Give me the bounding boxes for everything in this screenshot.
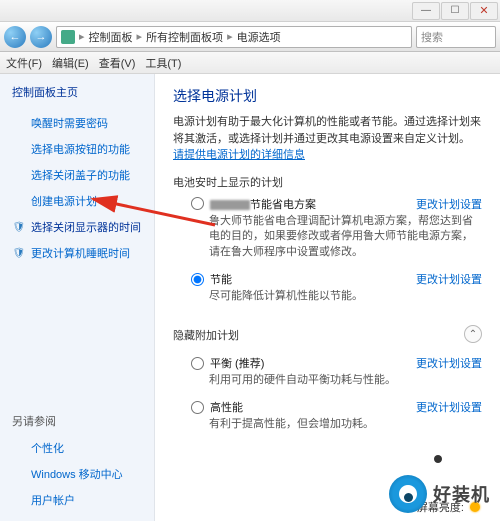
- plan-radio[interactable]: [191, 357, 204, 370]
- sidebar-item-wake-password[interactable]: 唤醒时需要密码: [12, 115, 146, 131]
- breadcrumb-sep: ▸: [79, 30, 85, 43]
- power-plan-ludashi: 节能省电方案 更改计划设置 鲁大师节能省电合理调配计算机电源方案，帮您达到省电的…: [191, 196, 482, 262]
- plan-radio-row[interactable]: 平衡 (推荐): [191, 355, 264, 371]
- bullet-icon: [12, 194, 26, 208]
- plan-description: 尽可能降低计算机性能以节能。: [209, 289, 482, 305]
- plan-name: 节能: [210, 271, 232, 287]
- see-also-mobility[interactable]: Windows 移动中心: [12, 466, 146, 482]
- see-also-personalize[interactable]: 个性化: [12, 440, 146, 456]
- sidebar-item-label: 选择关闭显示器的时间: [31, 219, 141, 235]
- breadcrumb-sep: ▸: [137, 30, 143, 43]
- change-plan-settings-link[interactable]: 更改计划设置: [416, 196, 482, 212]
- sidebar-item-label: Windows 移动中心: [31, 466, 123, 482]
- plan-radio[interactable]: [191, 273, 204, 286]
- change-plan-settings-link[interactable]: 更改计划设置: [416, 355, 482, 371]
- back-button[interactable]: ←: [4, 26, 26, 48]
- power-plan-balanced: 平衡 (推荐) 更改计划设置 利用可用的硬件自动平衡功耗与性能。: [191, 355, 482, 389]
- plan-name: 节能省电方案: [210, 196, 316, 212]
- plan-radio[interactable]: [191, 401, 204, 414]
- breadcrumb-item[interactable]: 所有控制面板项: [146, 29, 223, 45]
- navigation-bar: ← → ▸ 控制面板 ▸ 所有控制面板项 ▸ 电源选项 搜索: [0, 22, 500, 52]
- content-pane: 选择电源计划 电源计划有助于最大化计算机的性能或者节能。通过选择计划来将其激活，…: [155, 74, 500, 521]
- plan-description: 利用可用的硬件自动平衡功耗与性能。: [209, 373, 482, 389]
- collapse-icon[interactable]: ⌃: [464, 325, 482, 343]
- plan-radio-row[interactable]: 节能: [191, 271, 232, 287]
- main-area: 控制面板主页 唤醒时需要密码 选择电源按钮的功能 选择关闭盖子的功能 创建电源计…: [0, 74, 500, 521]
- sidebar-item-close-lid[interactable]: 选择关闭盖子的功能: [12, 167, 146, 183]
- address-bar[interactable]: ▸ 控制面板 ▸ 所有控制面板项 ▸ 电源选项: [56, 26, 412, 48]
- see-also-heading: 另请参阅: [12, 413, 146, 429]
- breadcrumb-item[interactable]: 电源选项: [237, 29, 281, 45]
- sidebar-item-label: 选择电源按钮的功能: [31, 141, 130, 157]
- power-plan-high-performance: 高性能 更改计划设置 有利于提高性能，但会增加功耗。: [191, 399, 482, 433]
- watermark-text: 好装机: [433, 481, 490, 507]
- plan-radio-row[interactable]: 高性能: [191, 399, 243, 415]
- sidebar-item-power-button[interactable]: 选择电源按钮的功能: [12, 141, 146, 157]
- sidebar-item-create-plan[interactable]: 创建电源计划: [12, 193, 146, 209]
- sidebar-item-label: 用户帐户: [31, 492, 75, 508]
- watermark-logo-icon: [389, 475, 427, 513]
- breadcrumb-sep: ▸: [227, 30, 233, 43]
- control-panel-icon: [61, 30, 75, 44]
- sidebar-item-sleep-time[interactable]: 更改计算机睡眠时间: [12, 245, 146, 261]
- plan-info-link[interactable]: 请提供电源计划的详细信息: [173, 149, 305, 161]
- bullet-icon: [12, 116, 26, 130]
- forward-button[interactable]: →: [30, 26, 52, 48]
- sidebar-item-label: 唤醒时需要密码: [31, 115, 108, 131]
- sidebar-item-display-off-time[interactable]: 选择关闭显示器的时间: [12, 219, 146, 235]
- battery-section-title: 电池安时上显示的计划: [173, 174, 482, 190]
- change-plan-settings-link[interactable]: 更改计划设置: [416, 271, 482, 287]
- redacted-text: [210, 200, 250, 210]
- hide-additional-label: 隐藏附加计划: [173, 327, 239, 343]
- minimize-button[interactable]: —: [412, 2, 440, 20]
- plan-radio[interactable]: [191, 197, 204, 210]
- close-button[interactable]: ✕: [470, 2, 498, 20]
- plan-radio-row[interactable]: 节能省电方案: [191, 196, 316, 212]
- sidebar-item-label: 个性化: [31, 440, 64, 456]
- breadcrumb-item[interactable]: 控制面板: [89, 29, 133, 45]
- power-plan-energy-saver: 节能 更改计划设置 尽可能降低计算机性能以节能。: [191, 271, 482, 305]
- watermark: 好装机: [389, 475, 490, 513]
- shield-icon: [12, 220, 26, 234]
- page-title: 选择电源计划: [173, 86, 482, 106]
- bullet-icon: [12, 142, 26, 156]
- bullet-icon: [12, 467, 26, 481]
- menu-file[interactable]: 文件(F): [6, 55, 42, 71]
- search-placeholder: 搜索: [421, 29, 443, 45]
- page-description: 电源计划有助于最大化计算机的性能或者节能。通过选择计划来将其激活，或选择计划并通…: [173, 114, 482, 164]
- search-input[interactable]: 搜索: [416, 26, 496, 48]
- desc-text: 电源计划有助于最大化计算机的性能或者节能。通过选择计划来将其激活，或选择计划并通…: [173, 116, 481, 145]
- plan-description: 有利于提高性能，但会增加功耗。: [209, 417, 482, 433]
- maximize-button[interactable]: ☐: [441, 2, 469, 20]
- sidebar: 控制面板主页 唤醒时需要密码 选择电源按钮的功能 选择关闭盖子的功能 创建电源计…: [0, 74, 155, 521]
- sidebar-item-label: 更改计算机睡眠时间: [31, 245, 130, 261]
- window-titlebar: — ☐ ✕: [0, 0, 500, 22]
- bullet-icon: [12, 168, 26, 182]
- menu-tools[interactable]: 工具(T): [145, 55, 181, 71]
- shield-icon: [12, 246, 26, 260]
- annotation-dot: [434, 455, 442, 463]
- bullet-icon: [12, 441, 26, 455]
- change-plan-settings-link[interactable]: 更改计划设置: [416, 399, 482, 415]
- bullet-icon: [12, 493, 26, 507]
- menu-bar: 文件(F) 编辑(E) 查看(V) 工具(T): [0, 52, 500, 74]
- menu-view[interactable]: 查看(V): [99, 55, 136, 71]
- sidebar-home[interactable]: 控制面板主页: [12, 84, 146, 100]
- see-also-user-accounts[interactable]: 用户帐户: [12, 492, 146, 508]
- sidebar-item-label: 创建电源计划: [31, 193, 97, 209]
- plan-name: 高性能: [210, 399, 243, 415]
- plan-description: 鲁大师节能省电合理调配计算机电源方案，帮您达到省电的目的，如果要修改或者停用鲁大…: [209, 214, 482, 262]
- menu-edit[interactable]: 编辑(E): [52, 55, 89, 71]
- hide-additional-plans[interactable]: 隐藏附加计划 ⌃: [173, 319, 482, 349]
- sidebar-item-label: 选择关闭盖子的功能: [31, 167, 130, 183]
- plan-name: 平衡 (推荐): [210, 355, 264, 371]
